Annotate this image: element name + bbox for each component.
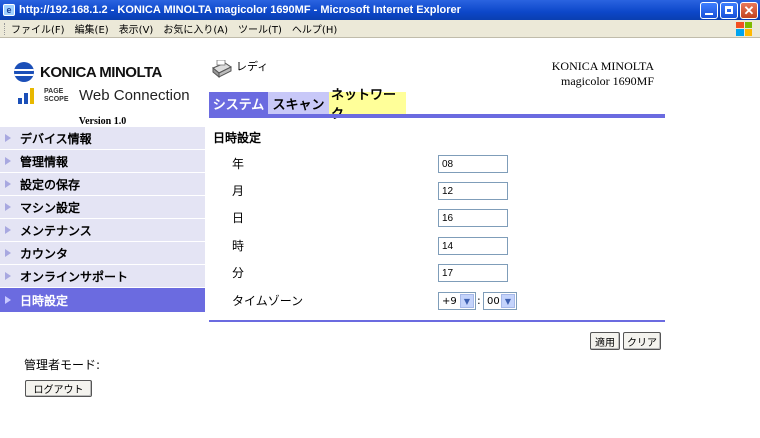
menu-view[interactable]: 表示(V) [119,21,154,36]
tab-system[interactable]: システム [209,92,268,114]
close-button[interactable]: ✕ [740,1,758,19]
arrow-right-icon [5,180,11,188]
chevron-down-icon: ▼ [501,294,515,308]
arrow-right-icon [5,203,11,211]
timezone-separator: : [477,294,481,307]
nav-machine-settings[interactable]: マシン設定 [0,196,205,219]
window-titlebar: e http://192.168.1.2 - KONICA MINOLTA ma… [0,0,760,20]
main-tabs: システム スキャン ネットワーク [209,88,406,122]
nav-save-settings[interactable]: 設定の保存 [0,173,205,196]
pagescope-small-text: PAGE SCOPE [44,87,69,103]
arrow-right-icon [5,296,11,304]
nav-counter[interactable]: カウンタ [0,242,205,265]
month-input[interactable] [438,182,508,200]
nav-device-info[interactable]: デバイス情報 [0,127,205,150]
toolbar-grip[interactable] [4,22,7,35]
hour-label: 時 [232,239,245,253]
nav-label: デバイス情報 [20,131,92,146]
logout-button[interactable]: ログアウト [25,380,92,397]
arrow-right-icon [5,157,11,165]
menu-help[interactable]: ヘルプ(H) [292,21,337,36]
clear-button[interactable]: クリア [623,332,661,350]
header-model: magicolor 1690MF [561,74,654,88]
menu-bar: ファイル(F) 編集(E) 表示(V) お気に入り(A) ツール(T) ヘルプ(… [0,20,760,38]
nav-label: メンテナンス [20,223,92,238]
version-label: Version 1.0 [78,116,127,127]
menu-file[interactable]: ファイル(F) [11,21,65,36]
header-brand: KONICA MINOLTA [551,59,654,73]
timezone-label: タイムゾーン [232,294,304,308]
hour-input[interactable] [438,237,508,255]
nav-management-info[interactable]: 管理情報 [0,150,205,173]
chevron-down-icon: ▼ [460,294,474,308]
apply-button[interactable]: 適用 [590,332,620,350]
nav-label: オンラインサポート [20,269,129,284]
menu-tools[interactable]: ツール(T) [238,21,282,36]
menu-favorites[interactable]: お気に入り(A) [163,21,228,36]
konica-minolta-logo: KONICA MINOLTA [14,62,162,82]
minimize-button[interactable] [700,1,718,19]
nav-label: 管理情報 [20,154,69,169]
printer-status: レディ [236,60,269,73]
pagescope-icon [18,87,40,104]
month-label: 月 [232,184,245,198]
timezone-hour-value: +9 [442,295,457,307]
menu-edit[interactable]: 編集(E) [75,21,109,36]
nav-label: カウンタ [20,246,69,261]
maximize-icon [725,6,733,14]
timezone-minute-select[interactable]: 00 ▼ [483,292,517,310]
year-label: 年 [232,157,245,171]
ie-page-icon: e [3,4,15,16]
admin-mode-label: 管理者モード: [24,358,101,372]
minute-label: 分 [232,266,245,280]
km-globe-icon [14,62,34,82]
pagescope-logo: PAGE SCOPE Web Connection [18,87,190,104]
close-icon: ✕ [743,2,755,18]
nav-label: 日時設定 [20,293,69,308]
tab-scan[interactable]: スキャン [268,92,329,114]
nav-label: マシン設定 [20,200,81,215]
window-title: http://192.168.1.2 - KONICA MINOLTA magi… [19,4,461,16]
sidebar-nav: デバイス情報 管理情報 設定の保存 マシン設定 メンテナンス カウンタ オンライ… [0,127,205,313]
maximize-button[interactable] [720,1,738,19]
arrow-right-icon [5,134,11,142]
arrow-right-icon [5,226,11,234]
printer-status-icon [212,60,232,78]
day-input[interactable] [438,209,508,227]
windows-logo-icon [736,21,752,36]
page-title: 日時設定 [213,131,262,145]
nav-maintenance[interactable]: メンテナンス [0,219,205,242]
tab-divider [209,114,665,118]
year-input[interactable] [438,155,508,173]
timezone-hour-select[interactable]: +9 ▼ [438,292,476,310]
minimize-icon [705,13,713,15]
product-name: Web Connection [79,87,190,104]
day-label: 日 [232,211,245,225]
nav-date-time[interactable]: 日時設定 [0,288,205,313]
tab-network[interactable]: ネットワーク [329,88,406,122]
nav-online-support[interactable]: オンラインサポート [0,265,205,288]
form-divider [209,320,665,322]
timezone-minute-value: 00 [487,295,500,307]
arrow-right-icon [5,272,11,280]
arrow-right-icon [5,249,11,257]
logo-brand: KONICA MINOLTA [40,63,162,81]
nav-label: 設定の保存 [20,177,81,192]
minute-input[interactable] [438,264,508,282]
